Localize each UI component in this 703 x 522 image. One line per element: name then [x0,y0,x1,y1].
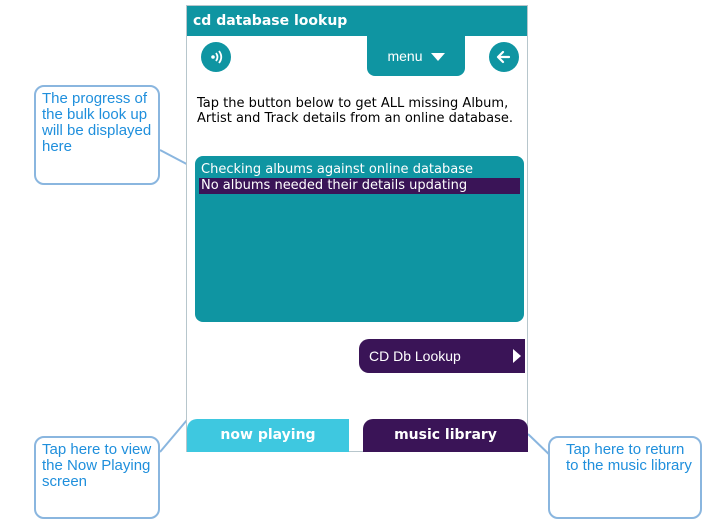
back-arrow-glyph [496,50,511,64]
log-line[interactable]: Checking albums against online database [199,162,520,178]
menu-label: menu [387,48,423,64]
toolbar: menu [187,36,527,80]
cd-db-lookup-button[interactable]: CD Db Lookup [359,339,525,373]
tab-music-library[interactable]: music library [363,419,528,452]
log-line-selected[interactable]: No albums needed their details updating [199,178,520,194]
now-playing-connector [159,419,188,453]
instruction-text: Tap the button below to get ALL missing … [197,96,514,126]
window-title: cd database lookup [187,6,527,36]
menu-button[interactable]: menu [367,36,465,76]
chevron-right-icon [513,349,521,363]
callout-now-playing: Tap here to view the Now Playing screen [34,436,160,519]
radio-signal-icon[interactable] [201,42,231,72]
radio-signal-glyph [211,50,223,64]
tab-now-playing[interactable]: now playing [187,419,349,452]
device-screen: cd database lookup menu Tap the button b… [186,5,528,452]
callout-library: Tap here to return to the music library [548,436,702,519]
progress-log[interactable]: Checking albums against online database … [195,156,524,322]
back-arrow-icon[interactable] [489,42,519,72]
caret-down-icon [430,53,445,62]
callout-progress: The progress of the bulk look up will be… [34,85,160,185]
cd-db-lookup-label: CD Db Lookup [369,348,461,364]
